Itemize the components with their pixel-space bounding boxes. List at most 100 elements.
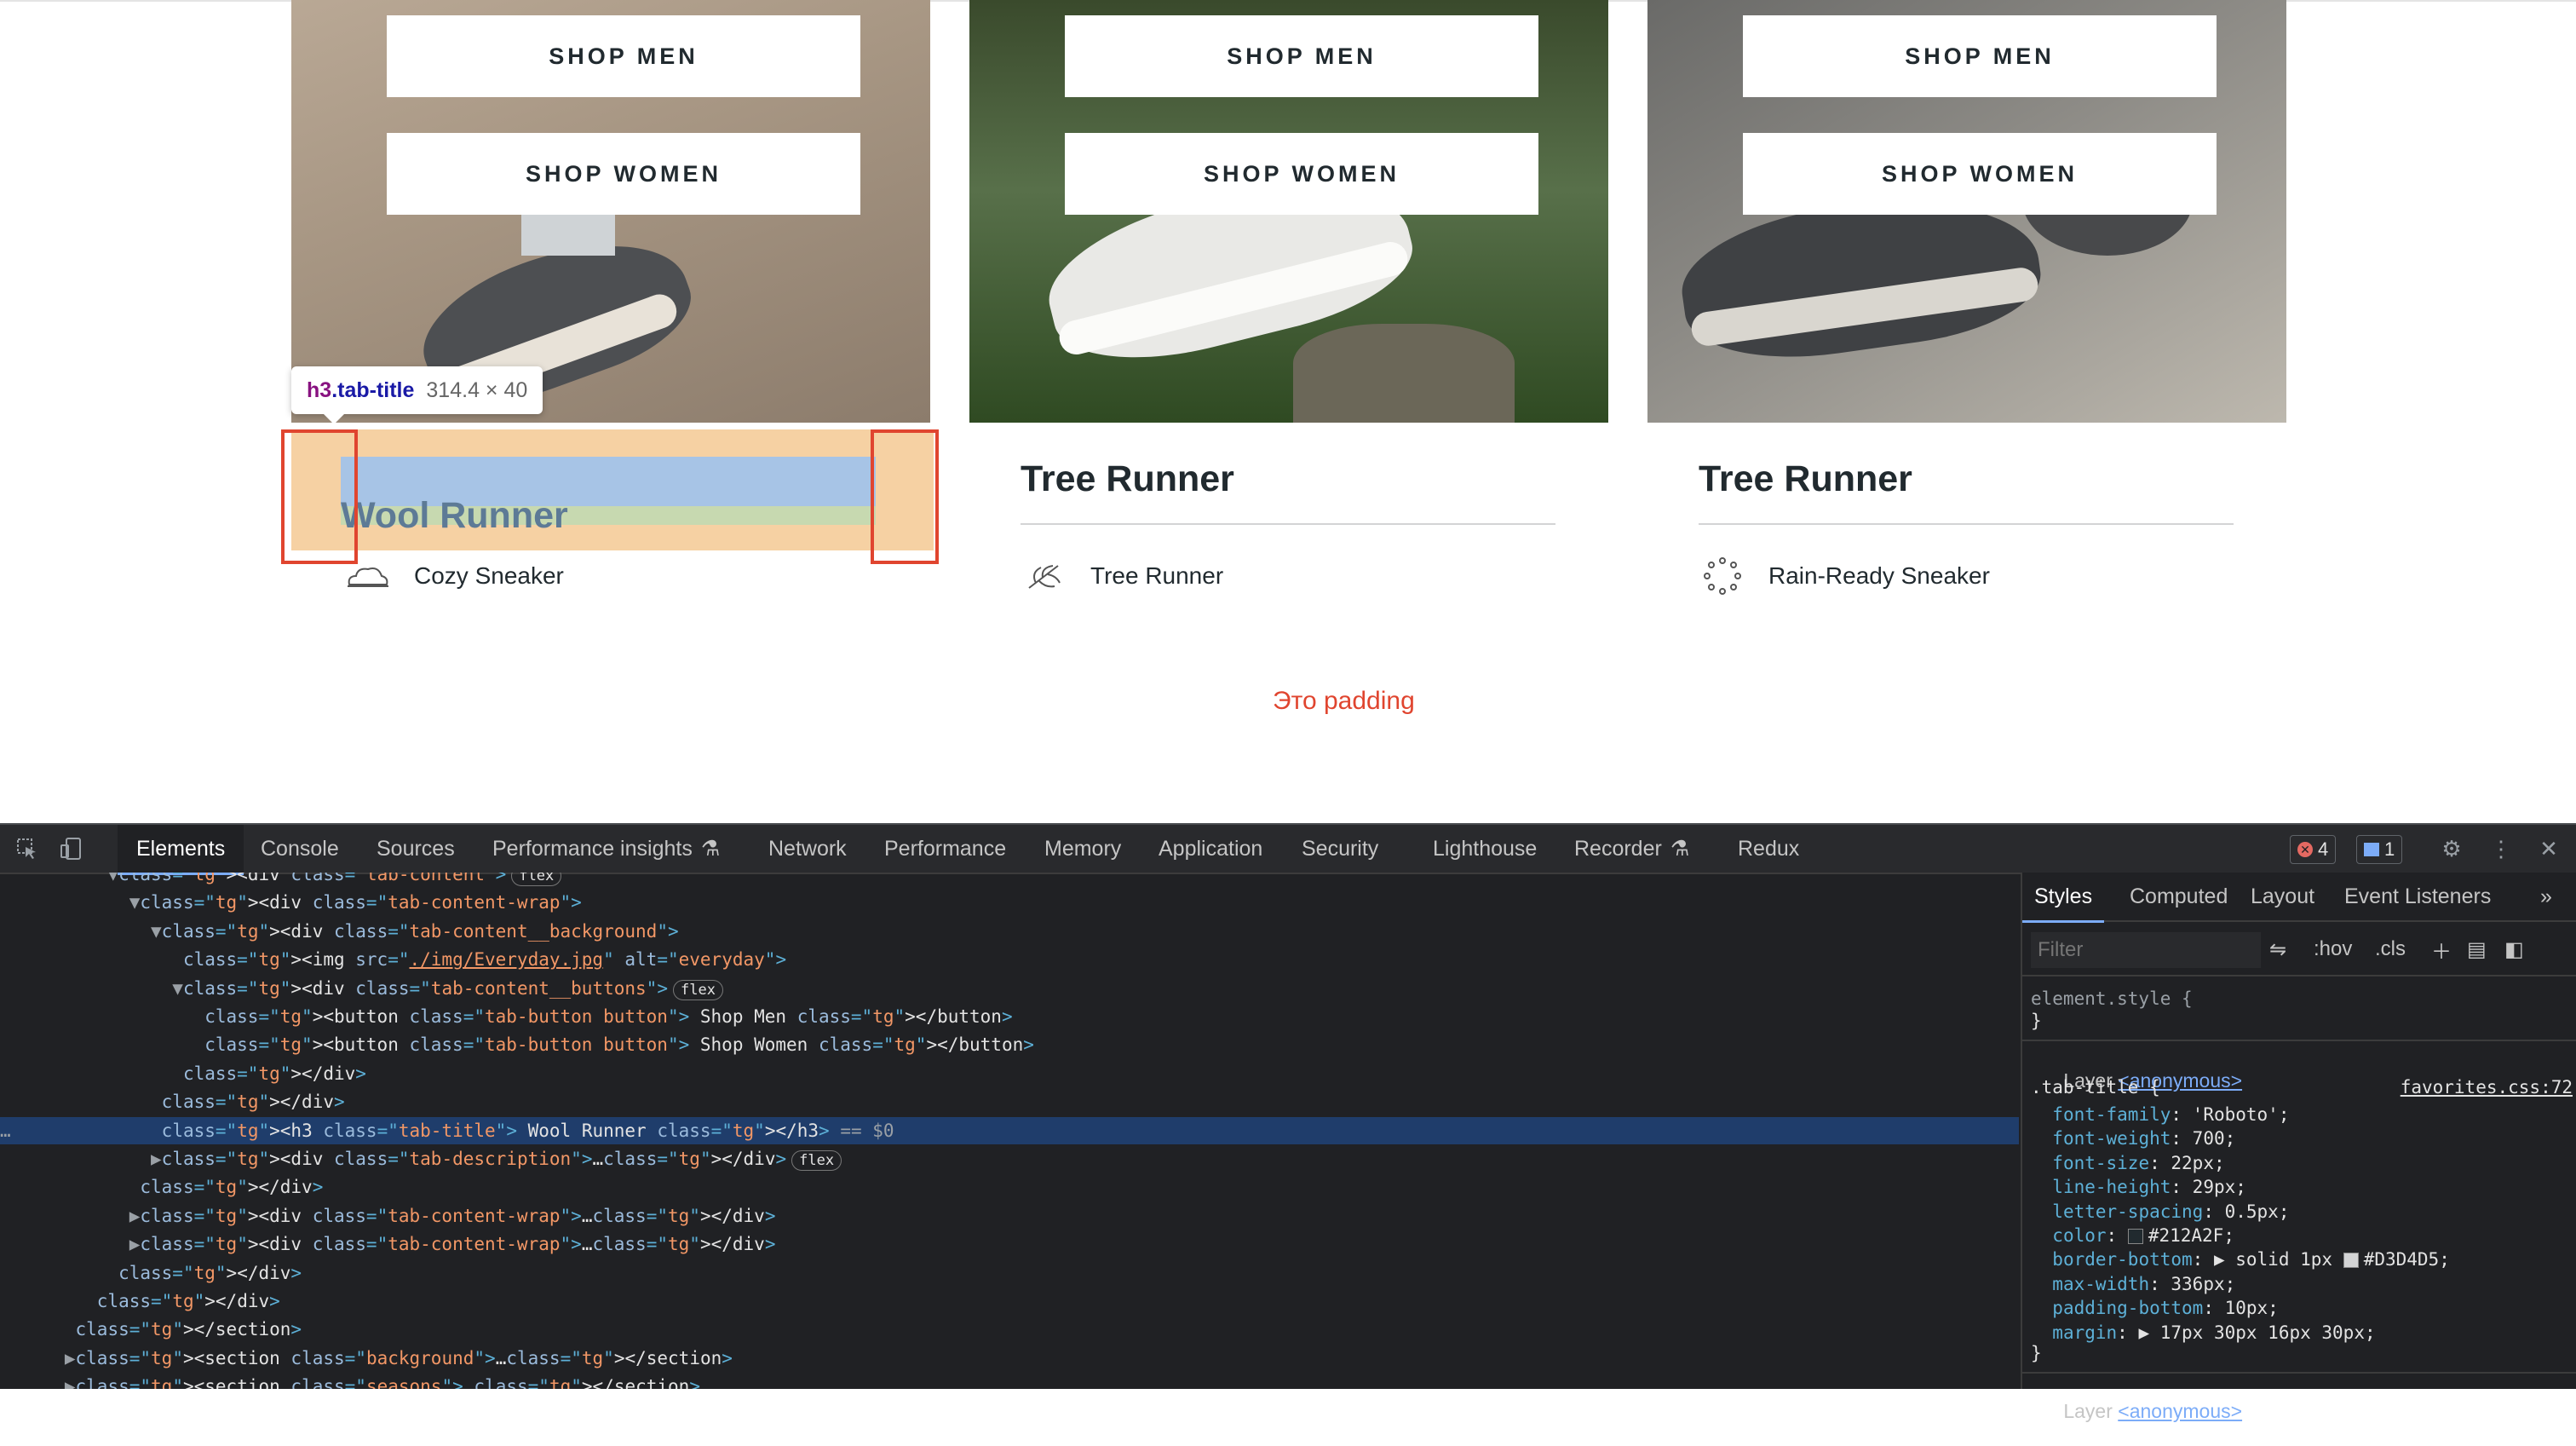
tab-event-listeners[interactable]: Event Listeners xyxy=(2332,873,2503,920)
message-badge[interactable]: 1 xyxy=(2356,835,2403,864)
webpage-area: SHOP MEN SHOP WOMEN SHOP MEN SHOP WOMEN … xyxy=(0,0,2576,823)
cls-button[interactable]: .cls xyxy=(2375,934,2406,965)
tab-lighthouse[interactable]: Lighthouse xyxy=(1414,825,1555,873)
close-brace: } xyxy=(2031,1011,2042,1031)
message-count: 1 xyxy=(2384,838,2395,860)
tab-layout[interactable]: Layout xyxy=(2239,873,2326,920)
layer-label: Layer xyxy=(2063,1400,2113,1422)
tab-title-wool-runner: Wool Runner xyxy=(341,495,568,536)
css-declaration[interactable]: padding-bottom: 10px; xyxy=(2031,1298,2279,1318)
css-declaration[interactable]: max-width: 336px; xyxy=(2031,1274,2235,1294)
dom-node-line[interactable]: class="tg"><button class="tab-button but… xyxy=(0,1031,2019,1058)
tab-computed[interactable]: Computed xyxy=(2118,873,2240,920)
divider xyxy=(2022,1372,2576,1374)
tab-performance[interactable]: Performance xyxy=(865,825,1025,873)
tab-application[interactable]: Application xyxy=(1140,825,1281,873)
tab-label: Performance insights xyxy=(492,836,693,861)
tab-security[interactable]: Security xyxy=(1283,825,1397,873)
card-image-wool-runner: SHOP MEN SHOP WOMEN xyxy=(291,0,930,423)
tab-memory[interactable]: Memory xyxy=(1026,825,1140,873)
dom-node-line[interactable]: class="tg"></div> xyxy=(0,1173,2019,1201)
more-tabs-icon[interactable]: » xyxy=(2528,873,2564,920)
dom-node-line[interactable]: class="tg"></section> xyxy=(0,1316,2019,1343)
tab-label: Recorder xyxy=(1574,836,1662,861)
tab-redux[interactable]: Redux xyxy=(1719,825,1818,873)
css-declaration[interactable]: color: #212A2F; xyxy=(2031,1225,2234,1246)
dom-node-line[interactable]: ▶class="tg"><section class="seasons">…cl… xyxy=(0,1373,2019,1389)
device-toolbar-icon[interactable] xyxy=(58,835,85,862)
shop-men-button[interactable]: SHOP MEN xyxy=(1743,15,2217,97)
tab-description: Rain-Ready Sneaker xyxy=(1699,557,1990,595)
dom-node-line[interactable]: … class="tg"><h3 class="tab-title"> Wool… xyxy=(0,1116,2019,1144)
title-underline xyxy=(1021,523,1555,525)
shop-women-button[interactable]: SHOP WOMEN xyxy=(387,133,860,215)
layer-line-2: Layer <anonymous> xyxy=(2031,1377,2242,1446)
tab-styles[interactable]: Styles xyxy=(2022,873,2105,923)
css-declaration[interactable]: margin: ▶ 17px 30px 16px 30px; xyxy=(2031,1322,2375,1343)
error-count: 4 xyxy=(2318,838,2329,860)
tab-sources[interactable]: Sources xyxy=(358,825,474,873)
styles-pane: Styles Computed Layout Event Listeners »… xyxy=(2021,873,2576,1422)
css-declaration[interactable]: font-weight: 700; xyxy=(2031,1128,2235,1149)
hov-button[interactable]: :hov xyxy=(2314,934,2352,965)
inspect-element-icon[interactable] xyxy=(14,835,41,862)
message-icon xyxy=(2364,843,2379,856)
error-icon: ✕ xyxy=(2297,842,2313,857)
tab-recorder[interactable]: Recorder ⚗ xyxy=(1555,825,1708,873)
close-icon[interactable]: ✕ xyxy=(2535,835,2562,862)
dom-node-line[interactable]: class="tg"><button class="tab-button but… xyxy=(0,1003,2019,1030)
tab-elements[interactable]: Elements xyxy=(118,825,244,875)
dom-node-line[interactable]: class="tg"></div> xyxy=(0,1259,2019,1287)
error-badge[interactable]: ✕ 4 xyxy=(2290,835,2337,864)
css-declaration[interactable]: font-family: 'Roboto'; xyxy=(2031,1104,2289,1125)
toggle-state-icon[interactable]: ⇋ xyxy=(2269,934,2286,965)
annotation-box-right xyxy=(871,429,939,564)
css-declaration[interactable]: line-height: 29px; xyxy=(2031,1177,2246,1197)
shop-men-button[interactable]: SHOP MEN xyxy=(1065,15,1538,97)
css-declaration[interactable]: font-size: 22px; xyxy=(2031,1153,2224,1173)
tab-network[interactable]: Network xyxy=(750,825,865,873)
rock xyxy=(1293,324,1515,423)
devtools-toolbar: Elements Console Sources Performance ins… xyxy=(0,823,2576,875)
padding-note: Это padding xyxy=(1273,687,1415,715)
expand-toggle-icon: ▶ xyxy=(151,1149,162,1169)
tab-description: Tree Runner xyxy=(1021,559,1223,593)
divider xyxy=(2022,1040,2576,1041)
dom-node-line[interactable]: ▶class="tg"><div class="tab-content-wrap… xyxy=(0,1230,2019,1258)
new-rule-icon[interactable]: ＋ xyxy=(2431,934,2452,965)
dom-node-line[interactable]: class="tg"></div> xyxy=(0,1060,2019,1087)
shop-men-button[interactable]: SHOP MEN xyxy=(387,15,860,97)
paint-icon[interactable]: ▤ xyxy=(2467,934,2487,965)
layer-link[interactable]: <anonymous> xyxy=(2118,1400,2242,1422)
annotation-box-left xyxy=(281,429,358,564)
dom-node-line[interactable]: ▼class="tg"><div class="tab-content-wrap… xyxy=(0,889,2019,916)
description-text: Tree Runner xyxy=(1090,562,1224,589)
shop-women-button[interactable]: SHOP WOMEN xyxy=(1065,133,1538,215)
leaf-icon xyxy=(1021,559,1068,593)
tab-console[interactable]: Console xyxy=(242,825,358,873)
dom-node-line[interactable]: ▼class="tg"><div class="tab-content"> fle… xyxy=(0,873,2019,888)
css-declaration[interactable]: border-bottom: ▶ solid 1px #D3D4D5; xyxy=(2031,1249,2450,1270)
more-options-icon[interactable]: ⋮ xyxy=(2487,835,2515,862)
rain-icon xyxy=(1699,557,1746,595)
tab-performance-insights[interactable]: Performance insights ⚗ xyxy=(474,825,739,873)
expand-toggle-icon: ▼ xyxy=(172,977,183,999)
rule-source-link[interactable]: favorites.css:72 xyxy=(2401,1077,2573,1097)
dom-node-line[interactable]: ▼class="tg"><div class="tab-content__but… xyxy=(0,975,2019,1002)
shop-women-button[interactable]: SHOP WOMEN xyxy=(1743,133,2217,215)
dom-node-line[interactable]: ▶class="tg"><div class="tab-description"… xyxy=(0,1145,2019,1172)
element-style-rule: element.style { xyxy=(2031,988,2193,1009)
dom-node-line[interactable]: ▼class="tg"><div class="tab-content__bac… xyxy=(0,918,2019,945)
css-declaration[interactable]: letter-spacing: 0.5px; xyxy=(2031,1201,2289,1222)
dom-node-line[interactable]: ▶class="tg"><section class="background">… xyxy=(0,1345,2019,1372)
settings-gear-icon[interactable]: ⚙ xyxy=(2438,835,2465,862)
sidebar-toggle-icon[interactable]: ◧ xyxy=(2504,934,2524,965)
styles-filter-input[interactable] xyxy=(2031,932,2261,968)
dom-node-line[interactable]: ▶class="tg"><div class="tab-content-wrap… xyxy=(0,1202,2019,1230)
dom-node-line[interactable]: class="tg"><img src="./img/Everyday.jpg"… xyxy=(0,946,2019,973)
description-text: Cozy Sneaker xyxy=(414,562,564,589)
card-image-tree-runner: SHOP MEN SHOP WOMEN xyxy=(969,0,1608,423)
dom-node-line[interactable]: class="tg"></div> xyxy=(0,1088,2019,1115)
card-image-tree-runner-2: SHOP MEN SHOP WOMEN xyxy=(1647,0,2286,423)
dom-node-line[interactable]: class="tg"></div> xyxy=(0,1288,2019,1315)
